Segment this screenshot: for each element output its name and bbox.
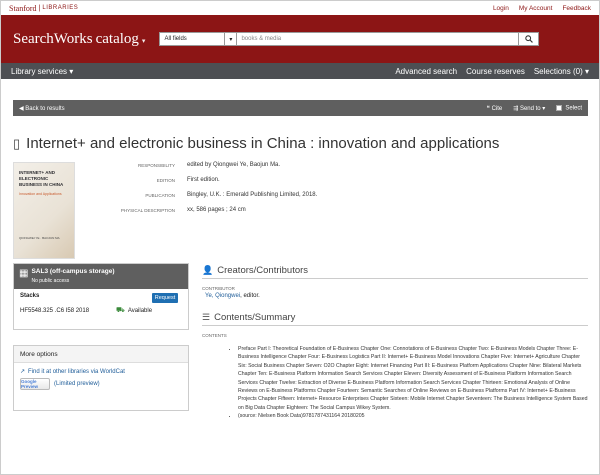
google-preview-button[interactable]: Google Preview: [20, 378, 50, 390]
record-title: ▯ Internet+ and electronic business in C…: [13, 135, 588, 152]
logo-stanford: Stanford: [9, 3, 37, 13]
cite-button[interactable]: ❝ Cite: [487, 105, 503, 112]
request-button[interactable]: Request: [152, 293, 178, 303]
user-icon: 👤: [202, 265, 214, 275]
cover-subtitle: Innovation and Applications: [19, 192, 62, 196]
book-icon: ▯: [13, 135, 21, 151]
library-services-menu[interactable]: Library services ▾: [11, 67, 73, 76]
course-reserves-link[interactable]: Course reserves: [466, 67, 525, 76]
contents-list: Preface Part I: Theoretical Foundation o…: [202, 345, 588, 421]
top-utility-bar: Stanford | LIBRARIES Login My Account Fe…: [1, 1, 599, 15]
external-link-icon: ↗: [20, 369, 26, 375]
main-nav: Library services ▾ Advanced search Cours…: [1, 63, 599, 79]
google-preview: Google Preview (Limited preview): [14, 375, 188, 393]
meta-row: PUBLICATION Bingley, U.K. : Emerald Publi…: [145, 192, 318, 198]
availability-header: ▦ SAL3 (off-campus storage) No public ac…: [14, 264, 188, 289]
stacks-section: Stacks Request HF5548.325 .C6 I58 2018 ⛟…: [14, 289, 188, 319]
meta-row: PHYSICAL DESCRIPTION xx, 586 pages ; 24 c…: [120, 207, 246, 213]
book-cover[interactable]: INTERNET+ AND ELECTRONIC BUSINESS IN CHI…: [13, 162, 75, 259]
truck-icon: ⛟: [116, 307, 125, 314]
availability-status: Available: [127, 307, 153, 314]
back-to-results-link[interactable]: ◀ Back to results: [19, 105, 65, 112]
my-account-link[interactable]: My Account: [519, 5, 553, 12]
more-options-header: More options: [14, 346, 188, 363]
send-to-button[interactable]: ⇶ Send to ▾: [513, 105, 545, 112]
library-location: SAL3 (off-campus storage): [31, 268, 115, 275]
more-options-panel: More options ↗ Find it at other librarie…: [13, 345, 189, 411]
logo-libraries: LIBRARIES: [42, 5, 79, 11]
share-icon: ⇶: [513, 105, 520, 112]
contributor-label: CONTRIBUTOR: [202, 286, 235, 291]
cover-authors: QIONGWEI YE · BAOJUN MA: [19, 236, 60, 240]
search-icon: [525, 35, 533, 43]
call-number: HF5548.325 .C6 I58 2018: [20, 307, 90, 314]
record-metadata: RESPONSIBILITY edited by Qiongwei Ye, Bao…: [97, 162, 317, 222]
list-item: Preface Part I: Theoretical Foundation o…: [238, 345, 588, 412]
search-form: All fields ▾ books & media: [159, 32, 540, 46]
utility-links: Login My Account Feedback: [493, 5, 591, 12]
contributor-entry: Ye, Qiongwei, editor.: [205, 293, 260, 299]
contents-label: CONTENTS: [202, 333, 227, 338]
search-button[interactable]: [519, 32, 540, 46]
catalog-caret-icon: ▾: [141, 36, 146, 45]
building-icon: ▦: [19, 268, 29, 279]
creators-heading: 👤 Creators/Contributors: [202, 265, 588, 279]
list-icon: ☰: [202, 312, 211, 322]
search-input[interactable]: books & media: [237, 32, 520, 46]
login-link[interactable]: Login: [493, 5, 509, 12]
worldcat-link[interactable]: ↗ Find it at other libraries via WorldCa…: [14, 363, 188, 376]
holding-row: HF5548.325 .C6 I58 2018 ⛟ Available: [20, 306, 182, 315]
meta-row: RESPONSIBILITY edited by Qiongwei Ye, Bao…: [137, 162, 281, 168]
selections-menu[interactable]: Selections (0) ▾: [534, 67, 589, 76]
chevron-down-icon: ▾: [224, 33, 236, 45]
cover-title: INTERNET+ AND ELECTRONIC BUSINESS IN CHI…: [19, 170, 64, 187]
record-toolbar: ◀ Back to results ❝ Cite ⇶ Send to ▾ Sel…: [13, 100, 588, 116]
creators-section: 👤 Creators/Contributors CONTRIBUTOR Ye, …: [202, 265, 588, 299]
meta-row: EDITION First edition.: [156, 177, 220, 183]
availability-panel: ▦ SAL3 (off-campus storage) No public ac…: [13, 263, 189, 330]
contents-heading: ☰ Contents/Summary: [202, 312, 588, 326]
list-item: (source: Nielsen Book Data)9781787431164…: [238, 412, 588, 420]
select-checkbox[interactable]: Select: [556, 104, 582, 111]
contents-section: ☰ Contents/Summary CONTENTS Preface Part…: [202, 312, 588, 421]
access-note: No public access: [31, 278, 70, 284]
stanford-libraries-logo[interactable]: Stanford | LIBRARIES: [9, 4, 78, 13]
page: Stanford | LIBRARIES Login My Account Fe…: [0, 0, 600, 475]
feedback-link[interactable]: Feedback: [562, 5, 591, 12]
search-field-select[interactable]: All fields ▾: [159, 32, 238, 46]
limited-preview-link[interactable]: (Limited preview): [54, 381, 100, 387]
searchworks-brand[interactable]: SearchWorks catalog ▾: [13, 31, 145, 48]
advanced-search-link[interactable]: Advanced search: [395, 67, 457, 76]
masthead: SearchWorks catalog ▾ All fields ▾ books…: [1, 15, 599, 63]
contributor-link[interactable]: Ye, Qiongwei: [205, 293, 240, 299]
page-title: Internet+ and electronic business in Chi…: [26, 135, 500, 152]
